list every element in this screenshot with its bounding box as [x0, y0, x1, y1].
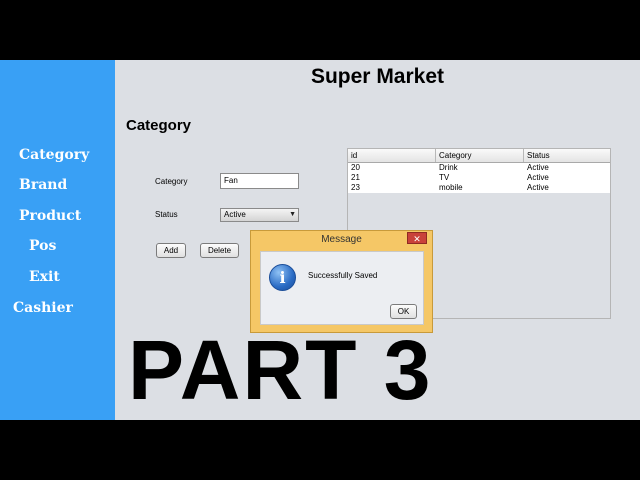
- delete-button[interactable]: Delete: [200, 243, 239, 258]
- status-select[interactable]: Active ▼: [220, 208, 299, 222]
- app-window: Category Brand Product Pos Exit Cashier …: [0, 60, 640, 420]
- sidebar-item-exit[interactable]: Exit: [29, 269, 60, 285]
- table-header: id Category Status: [348, 149, 610, 163]
- sidebar: Category Brand Product Pos Exit Cashier: [0, 60, 115, 420]
- chevron-down-icon: ▼: [289, 211, 296, 218]
- sidebar-item-brand[interactable]: Brand: [19, 177, 67, 193]
- cell-id: 21: [351, 173, 360, 182]
- table-body: 20 Drink Active 21 TV Active 23 mobile A…: [348, 163, 610, 193]
- sidebar-item-pos[interactable]: Pos: [29, 238, 56, 254]
- category-input[interactable]: Fan: [220, 173, 299, 189]
- dialog-message: Successfully Saved: [308, 271, 378, 280]
- ok-button[interactable]: OK: [390, 304, 417, 319]
- table-row[interactable]: 20 Drink Active: [348, 163, 610, 173]
- part-overlay-text: PART 3: [128, 323, 433, 417]
- section-title: Category: [126, 117, 192, 134]
- close-icon[interactable]: ✕: [407, 232, 427, 244]
- app-title: Super Market: [310, 65, 445, 88]
- sidebar-item-category[interactable]: Category: [19, 147, 89, 163]
- cell-id: 20: [351, 163, 360, 172]
- column-header-category[interactable]: Category: [436, 149, 524, 162]
- dialog-body: i Successfully Saved OK: [260, 251, 424, 325]
- cell-status: Active: [527, 183, 549, 192]
- status-select-value: Active: [224, 210, 246, 219]
- cell-category: TV: [439, 173, 450, 182]
- cell-status: Active: [527, 173, 549, 182]
- message-dialog: Message ✕ i Successfully Saved OK: [250, 230, 433, 333]
- table-row[interactable]: 21 TV Active: [348, 173, 610, 183]
- sidebar-item-cashier[interactable]: Cashier: [13, 300, 73, 316]
- info-icon: i: [269, 264, 296, 291]
- status-label: Status: [155, 210, 178, 219]
- cell-category: mobile: [439, 183, 463, 192]
- category-label: Category: [155, 177, 188, 186]
- add-button[interactable]: Add: [156, 243, 186, 258]
- cell-status: Active: [527, 163, 549, 172]
- dialog-title: Message: [321, 234, 362, 245]
- cell-id: 23: [351, 183, 360, 192]
- cell-category: Drink: [439, 163, 458, 172]
- table-row[interactable]: 23 mobile Active: [348, 183, 610, 193]
- column-header-status[interactable]: Status: [524, 149, 610, 162]
- sidebar-item-product[interactable]: Product: [19, 208, 81, 224]
- column-header-id[interactable]: id: [348, 149, 436, 162]
